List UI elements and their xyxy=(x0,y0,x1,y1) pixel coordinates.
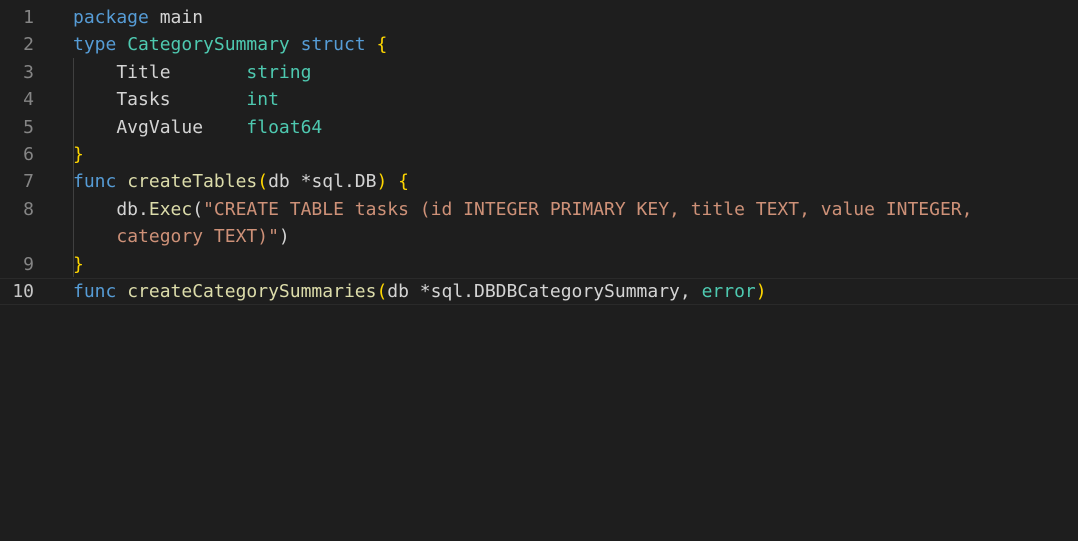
code-text[interactable]: func createCategorySummaries(db *sql.DBD… xyxy=(73,279,767,304)
code-token: AvgValue xyxy=(73,116,247,138)
line-number: 4 xyxy=(23,89,34,111)
code-line[interactable]: 3 Title string xyxy=(0,59,1078,86)
code-token: "CREATE TABLE tasks (id INTEGER PRIMARY … xyxy=(203,198,973,220)
code-token: category TEXT)" xyxy=(116,226,279,248)
code-line[interactable]: 9} xyxy=(0,251,1078,278)
code-token: type xyxy=(73,34,117,56)
code-token: createCategorySummaries xyxy=(127,280,377,302)
code-token: ) xyxy=(278,226,290,248)
code-token: ( xyxy=(257,171,269,193)
code-token: int xyxy=(246,89,279,111)
code-token: Exec xyxy=(148,198,193,220)
code-text[interactable]: category TEXT)") xyxy=(73,223,290,250)
code-token: } xyxy=(73,143,84,165)
code-token: float64 xyxy=(246,116,323,138)
code-token: ( xyxy=(376,280,388,302)
code-line[interactable]: category TEXT)") xyxy=(0,223,1078,250)
code-line[interactable]: 2 type CategorySummary struct { xyxy=(0,31,1078,58)
code-token: { xyxy=(398,171,409,193)
code-text[interactable]: AvgValue float64 xyxy=(73,114,322,141)
code-token: package xyxy=(73,7,149,28)
line-number: 2 xyxy=(23,34,34,56)
code-token: db *sql.DB xyxy=(268,171,377,193)
line-number: 6 xyxy=(23,143,34,165)
code-token: string xyxy=(246,61,312,83)
line-number: 5 xyxy=(23,116,34,138)
code-token: db *sql.DBDBCategorySummary, xyxy=(387,280,702,302)
code-token: ( xyxy=(192,198,204,220)
code-text[interactable]: Title string xyxy=(73,59,311,86)
code-token: ) xyxy=(376,171,388,193)
code-token: Tasks xyxy=(73,89,247,111)
code-token: func xyxy=(73,171,117,193)
code-text[interactable]: Tasks int xyxy=(73,86,279,113)
line-number: 1 xyxy=(23,7,34,28)
code-text[interactable]: func createTables(db *sql.DB) { xyxy=(73,168,409,195)
code-line[interactable]: 6} xyxy=(0,141,1078,168)
code-token: func xyxy=(73,280,117,302)
code-token: CategorySummary xyxy=(127,34,290,56)
code-token: ) xyxy=(755,280,767,302)
line-number: 3 xyxy=(23,61,34,83)
code-token: error xyxy=(701,280,756,302)
code-line-current[interactable]: 10 func createCategorySummaries(db *sql.D… xyxy=(0,277,1078,306)
code-token: main xyxy=(148,7,204,28)
code-line[interactable]: 8 db.Exec("CREATE TABLE tasks (id INTEGE… xyxy=(0,196,1078,223)
code-token: struct xyxy=(300,34,366,56)
code-text[interactable]: type CategorySummary struct { xyxy=(73,31,387,58)
code-line[interactable]: 4 Tasks int xyxy=(0,86,1078,113)
line-number: 8 xyxy=(23,198,34,220)
line-number: 10 xyxy=(12,280,34,302)
code-editor[interactable]: 1 package main 2 type CategorySummary struc… xyxy=(0,0,1078,541)
code-line[interactable]: 5 AvgValue float64 xyxy=(0,114,1078,141)
line-number: 7 xyxy=(23,171,34,193)
code-token: createTables xyxy=(127,171,258,193)
code-token: Title xyxy=(73,61,247,83)
code-token: { xyxy=(376,34,388,56)
code-text[interactable]: } xyxy=(73,251,84,278)
code-text[interactable]: db.Exec("CREATE TABLE tasks (id INTEGER … xyxy=(73,196,972,223)
code-text[interactable]: package main xyxy=(73,4,203,31)
code-text[interactable]: } xyxy=(73,141,84,168)
line-number: 9 xyxy=(23,253,34,275)
code-line[interactable]: 7 func createTables(db *sql.DB) { xyxy=(0,168,1078,195)
code-line[interactable]: 1 package main xyxy=(0,4,1078,31)
code-token: } xyxy=(73,253,84,275)
code-token: db. xyxy=(73,198,149,220)
